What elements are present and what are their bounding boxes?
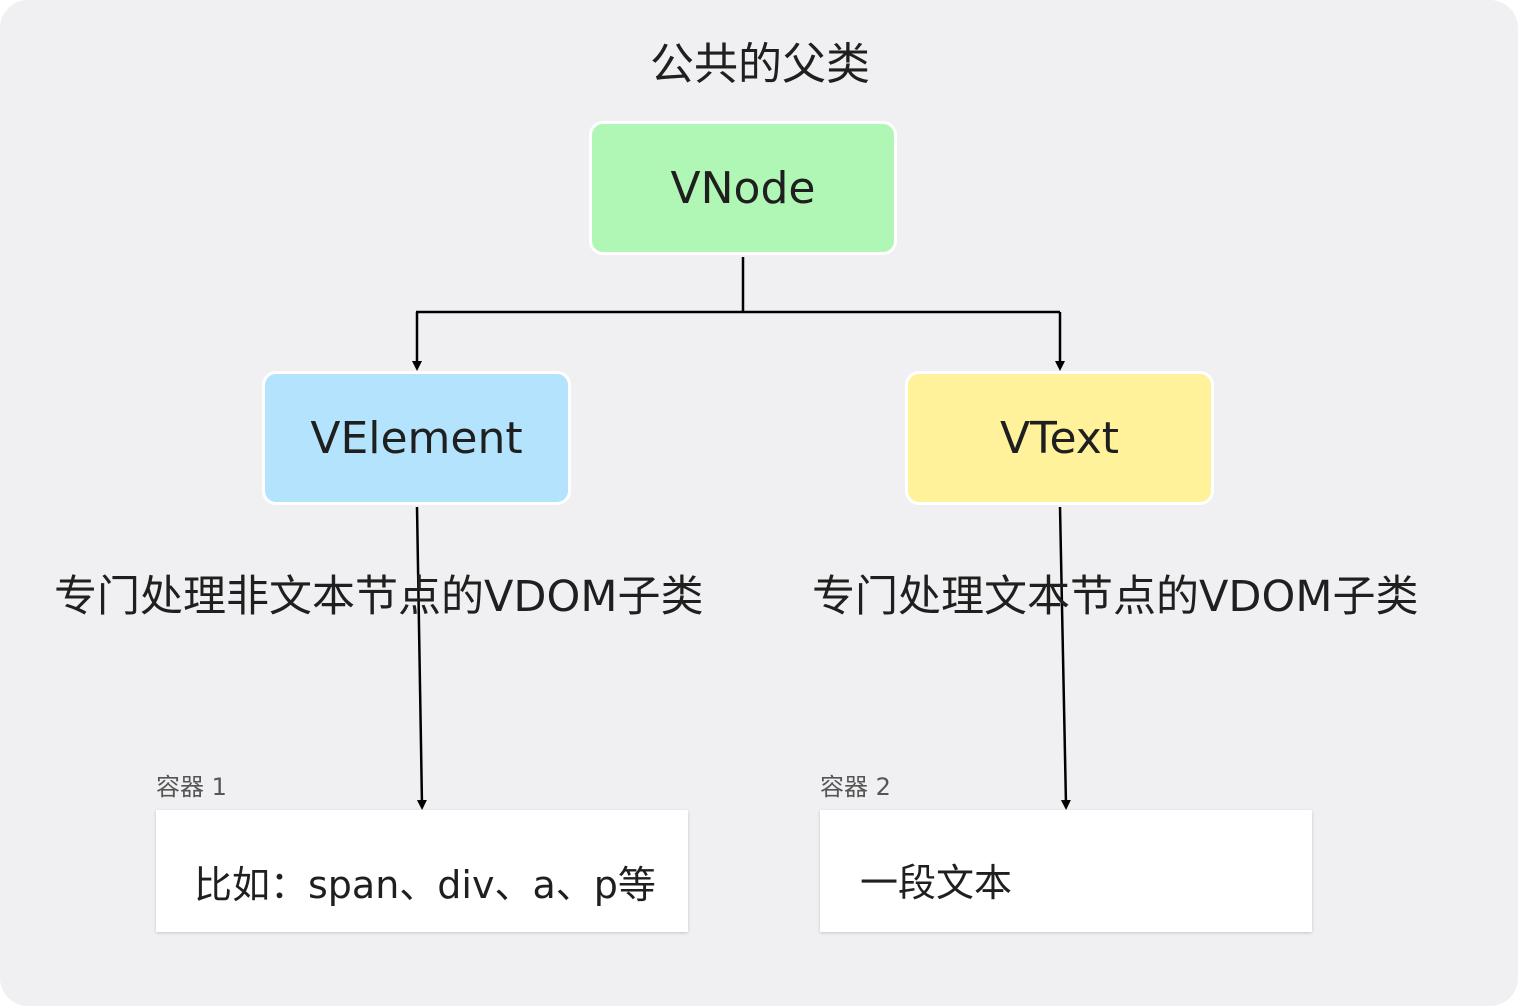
node-vnode: VNode bbox=[589, 121, 897, 255]
velement-description: 专门处理非文本节点的VDOM子类 bbox=[54, 572, 704, 622]
diagram-canvas: 公共的父类 VNode VElement VText 专门处理非文本节点的VDO… bbox=[0, 0, 1518, 1006]
node-velement: VElement bbox=[262, 371, 571, 505]
node-vtext-label: VText bbox=[999, 412, 1120, 464]
arrow-to-container-2 bbox=[1058, 506, 1071, 810]
arrow-to-container-1 bbox=[415, 506, 427, 810]
container-2-content: 一段文本 bbox=[860, 861, 1013, 905]
container-2: 一段文本 bbox=[820, 810, 1312, 932]
container-2-label: 容器 2 bbox=[820, 773, 891, 801]
vtext-description: 专门处理文本节点的VDOM子类 bbox=[812, 572, 1419, 622]
node-vtext: VText bbox=[905, 371, 1214, 505]
diagram-title: 公共的父类 bbox=[650, 39, 870, 90]
container-1-label: 容器 1 bbox=[156, 773, 227, 801]
container-1: 比如：span、div、a、p等 bbox=[156, 810, 688, 932]
node-velement-label: VElement bbox=[310, 412, 523, 464]
container-1-content: 比如：span、div、a、p等 bbox=[194, 863, 656, 907]
node-vnode-label: VNode bbox=[670, 162, 816, 214]
